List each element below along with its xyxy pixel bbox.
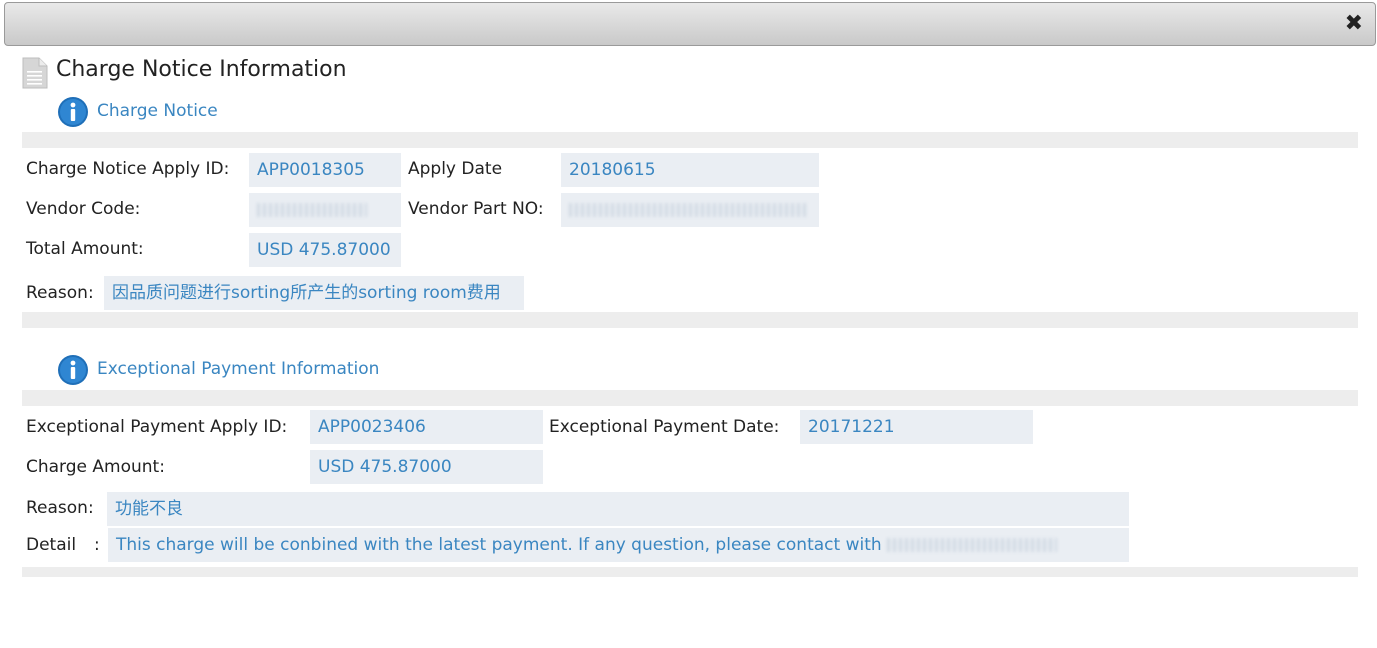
detail-separator: : — [94, 535, 100, 555]
section-title-charge-notice: Charge Notice — [97, 101, 218, 121]
info-icon — [58, 355, 88, 385]
total-amount-value: USD 475.87000 — [249, 233, 401, 267]
vendor-code-label: Vendor Code: — [26, 199, 141, 219]
section-divider — [22, 312, 1358, 328]
vendor-part-value — [561, 193, 819, 227]
exceptional-reason-label: Reason: — [26, 498, 94, 518]
document-icon — [22, 57, 48, 89]
detail-text: This charge will be conbined with the la… — [116, 535, 882, 555]
apply-id-value: APP0018305 — [249, 153, 401, 187]
section-divider — [22, 132, 1358, 148]
charge-amount-value: USD 475.87000 — [310, 450, 543, 484]
section-title-exceptional-payment: Exceptional Payment Information — [97, 359, 380, 379]
total-amount-label: Total Amount: — [26, 239, 144, 259]
apply-date-label: Apply Date — [408, 159, 503, 179]
section-divider — [22, 567, 1358, 577]
reason-value: 因品质问题进行sorting所产生的sorting room费用 — [104, 276, 524, 310]
info-icon — [58, 97, 88, 127]
reason-label: Reason: — [26, 283, 94, 303]
detail-value: This charge will be conbined with the la… — [108, 528, 1129, 562]
charge-amount-label: Charge Amount: — [26, 457, 165, 477]
exceptional-reason-value: 功能不良 — [107, 492, 1129, 526]
dialog-titlebar: ✖ — [4, 2, 1376, 46]
detail-label: Detail — [26, 535, 77, 555]
close-icon[interactable]: ✖ — [1345, 13, 1363, 35]
exceptional-date-value: 20171221 — [800, 410, 1033, 444]
redacted-value — [887, 538, 1058, 552]
page-title: Charge Notice Information — [56, 57, 347, 82]
exceptional-date-label: Exceptional Payment Date: — [549, 417, 780, 437]
redacted-value — [257, 203, 367, 217]
apply-date-value: 20180615 — [561, 153, 819, 187]
exceptional-apply-id-value: APP0023406 — [310, 410, 543, 444]
section-divider — [22, 390, 1358, 406]
vendor-part-label: Vendor Part NO: — [408, 199, 544, 219]
exceptional-apply-id-label: Exceptional Payment Apply ID: — [26, 417, 288, 437]
vendor-code-value — [249, 193, 401, 227]
apply-id-label: Charge Notice Apply ID: — [26, 159, 230, 179]
redacted-value — [569, 203, 809, 217]
